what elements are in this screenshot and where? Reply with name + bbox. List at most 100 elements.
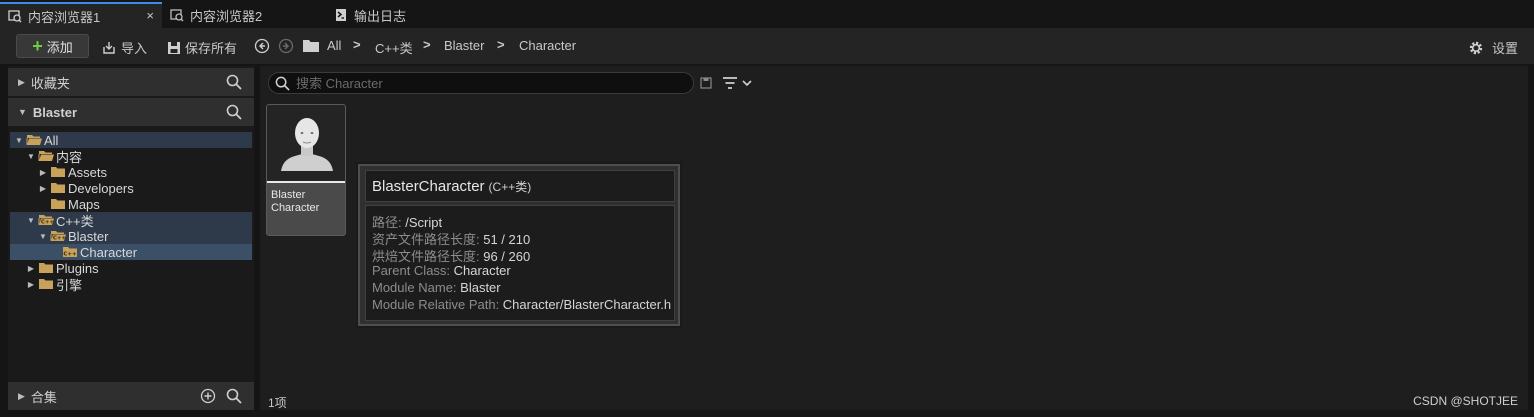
tree-item[interactable]: C++ Character xyxy=(10,244,252,260)
project-label: Blaster xyxy=(32,104,77,120)
import-label: 导入 xyxy=(121,41,148,56)
settings-label: 设置 xyxy=(1492,41,1519,56)
folder-icon xyxy=(51,199,65,209)
tooltip-key: 烘焙文件路径长度: xyxy=(372,249,484,264)
add-button-label: 添加 xyxy=(46,39,73,55)
filter-icon[interactable] xyxy=(722,75,754,91)
collections-header[interactable]: ▶ 合集 xyxy=(8,382,254,410)
search-icon[interactable] xyxy=(226,104,242,120)
tree-item[interactable]: ▼ All xyxy=(10,132,252,148)
output-log-icon xyxy=(334,8,348,22)
item-count: 1项 xyxy=(268,396,287,410)
asset-tooltip: BlasterCharacter (C++类) 路径: /Script 资产文件路… xyxy=(358,164,680,326)
expand-icon[interactable]: ▶ xyxy=(18,391,25,402)
chevron-right-icon[interactable]: > xyxy=(353,37,361,52)
collapse-arrow-icon[interactable]: ▼ xyxy=(26,216,36,225)
expand-arrow-icon[interactable]: ▶ xyxy=(38,168,48,177)
tab-bar: 内容浏览器1 × 内容浏览器2 输出日志 xyxy=(0,0,1534,28)
tree-item[interactable]: ▶ 引擎 xyxy=(10,276,252,293)
expand-arrow-icon[interactable]: ▶ xyxy=(26,264,36,273)
folder-icon[interactable] xyxy=(302,38,320,53)
tooltip-key: Module Name: xyxy=(372,280,461,295)
sources-panel: ▶ 收藏夹 ▼ Blaster ▼ All ▼ 内容 ▶ Assets ▶ Developer… xyxy=(8,66,254,410)
asset-view-panel: Blaster Character BlasterCharacter (C++类… xyxy=(260,66,1530,410)
tree-item[interactable]: ▼ 内容 xyxy=(10,148,252,165)
tooltip-value: 51 / 210 xyxy=(483,232,531,247)
folder-icon: C++ xyxy=(38,215,54,226)
content-browser-icon xyxy=(170,8,184,22)
tree-item-label: 内容 xyxy=(56,149,83,165)
tree-item-label: C++类 xyxy=(56,213,94,229)
tab-output-log[interactable]: 输出日志 xyxy=(326,2,446,28)
import-button[interactable]: 导入 xyxy=(102,38,147,57)
tooltip-value: /Script xyxy=(405,215,443,230)
project-header[interactable]: ▼ Blaster xyxy=(8,98,254,126)
add-collection-icon[interactable] xyxy=(200,388,216,404)
tooltip-line: 路径: /Script xyxy=(372,212,674,230)
tree-item-label: Character xyxy=(80,244,138,260)
folder-icon: C++ xyxy=(50,231,66,242)
panel-edge xyxy=(1528,66,1534,410)
breadcrumb-cpp-classes[interactable]: C++类 xyxy=(375,38,413,57)
back-icon[interactable] xyxy=(254,38,270,54)
svg-text:C++: C++ xyxy=(53,236,66,242)
favorites-label: 收藏夹 xyxy=(30,75,70,91)
tooltip-line: 烘焙文件路径长度: 96 / 260 xyxy=(372,246,674,264)
tree-item[interactable]: ▶ Plugins xyxy=(10,260,252,276)
tooltip-line: Parent Class: Character xyxy=(372,263,674,280)
tree-item[interactable]: Maps xyxy=(10,196,252,212)
tree-item-label: Blaster xyxy=(68,228,109,244)
forward-icon[interactable] xyxy=(278,38,294,54)
tooltip-line: Module Name: Blaster xyxy=(372,280,674,297)
collapse-icon[interactable]: ▼ xyxy=(18,107,27,117)
tree-item[interactable]: ▶ Developers xyxy=(10,180,252,196)
tab-content-browser-1[interactable]: 内容浏览器1 × xyxy=(0,2,162,28)
tree-item-label: Assets xyxy=(68,164,108,180)
folder-icon: C++ xyxy=(63,247,77,258)
tab-content-browser-2[interactable]: 内容浏览器2 xyxy=(162,2,312,28)
asset-tile-blaster-character[interactable]: Blaster Character xyxy=(266,104,346,236)
search-icon[interactable] xyxy=(226,388,242,404)
favorites-header[interactable]: ▶ 收藏夹 xyxy=(8,68,254,96)
breadcrumb-all[interactable]: All xyxy=(327,38,341,53)
collapse-arrow-icon[interactable]: ▼ xyxy=(26,152,36,161)
asset-thumbnail xyxy=(267,105,345,183)
chevron-right-icon[interactable]: > xyxy=(423,37,431,52)
tooltip-value: Character/BlasterCharacter.h xyxy=(502,297,672,312)
tab-label: 内容浏览器2 xyxy=(190,8,263,24)
search-input[interactable] xyxy=(296,75,676,91)
folder-icon xyxy=(51,183,65,193)
search-icon[interactable] xyxy=(226,74,242,90)
gear-icon xyxy=(1469,41,1483,54)
tooltip-line: Module Relative Path: Character/BlasterC… xyxy=(372,297,674,314)
chevron-right-icon[interactable]: > xyxy=(497,37,505,52)
svg-text:C++: C++ xyxy=(63,252,77,258)
tree-item[interactable]: ▶ Assets xyxy=(10,164,252,180)
expand-icon[interactable]: ▶ xyxy=(18,77,25,88)
watermark: CSDN @SHOTJEE xyxy=(1413,394,1518,408)
tooltip-body: 路径: /Script 资产文件路径长度: 51 / 210 烘焙文件路径长度: 9… xyxy=(365,205,675,321)
settings-button[interactable]: 设置 xyxy=(1468,38,1518,57)
tab-label: 输出日志 xyxy=(354,8,407,24)
close-icon[interactable]: × xyxy=(146,8,154,23)
collapse-arrow-icon[interactable]: ▼ xyxy=(38,232,48,241)
toolbar: + 添加 导入 保存所有 All > C++类 > Blaster > Char… xyxy=(0,28,1534,64)
expand-arrow-icon[interactable]: ▶ xyxy=(38,184,48,193)
tree-item-label: All xyxy=(44,132,59,148)
folder-icon xyxy=(39,279,53,289)
svg-text:C++: C++ xyxy=(41,220,54,226)
breadcrumb-character[interactable]: Character xyxy=(519,38,576,53)
search-icon xyxy=(275,76,290,91)
save-search-icon[interactable] xyxy=(700,77,712,89)
save-all-button[interactable]: 保存所有 xyxy=(167,38,237,57)
import-icon xyxy=(103,41,115,54)
search-box[interactable] xyxy=(268,72,694,94)
collapse-arrow-icon[interactable]: ▼ xyxy=(14,136,24,145)
tree-item[interactable]: ▼ C++ C++类 xyxy=(10,212,252,229)
folder-icon xyxy=(51,167,65,177)
expand-arrow-icon[interactable]: ▶ xyxy=(26,280,36,289)
asset-name: Blaster Character xyxy=(271,189,320,214)
breadcrumb-blaster[interactable]: Blaster xyxy=(444,38,484,53)
tree-item[interactable]: ▼ C++ Blaster xyxy=(10,228,252,244)
add-button[interactable]: + 添加 xyxy=(16,34,89,58)
